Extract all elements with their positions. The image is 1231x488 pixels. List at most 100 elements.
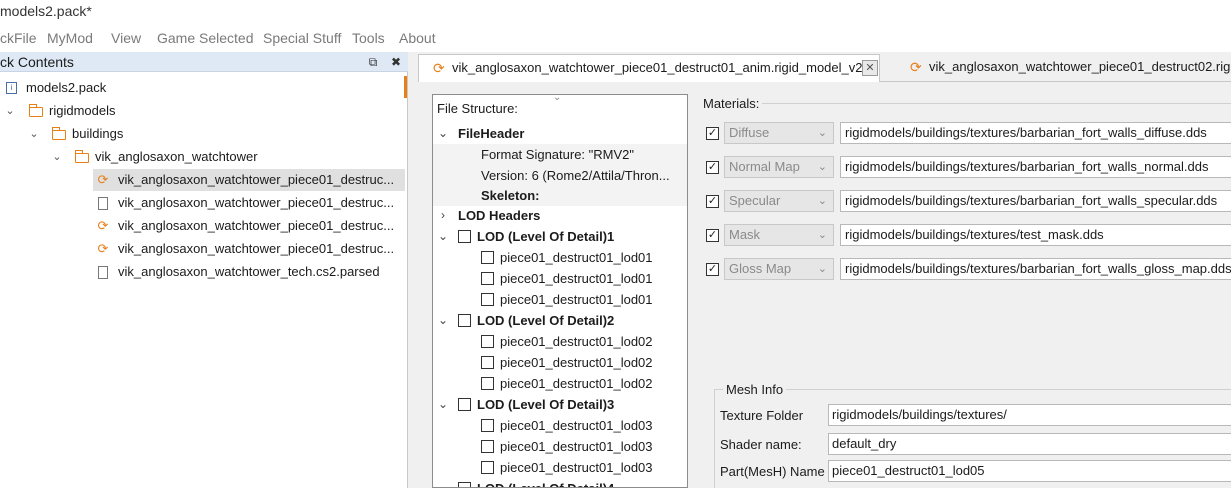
tree-item-buildings[interactable]: ⌄ buildings — [0, 123, 405, 145]
close-panel-icon[interactable]: ✖ — [387, 53, 405, 71]
lod-node[interactable]: ⌄ LOD (Level Of Detail)2 — [433, 310, 687, 331]
blender-icon: ⟳ — [97, 172, 109, 187]
lod-checkbox[interactable] — [458, 398, 471, 411]
mesh-node[interactable]: piece01_destruct01_lod03 — [433, 415, 687, 436]
material-type-select[interactable]: Gloss Map ⌄ — [724, 258, 834, 280]
chevron-down-icon: ⌄ — [817, 263, 827, 275]
tree-item-pack[interactable]: i models2.pack — [0, 77, 405, 99]
mesh-node[interactable]: piece01_destruct01_lod03 — [433, 457, 687, 478]
scroll-up-icon[interactable]: ⌄ — [553, 95, 561, 103]
lod-checkbox[interactable] — [458, 482, 471, 487]
tree-item-label: vik_anglosaxon_watchtower_tech.cs2.parse… — [118, 264, 380, 279]
menu-mymod[interactable]: MyMod — [47, 30, 93, 46]
chevron-down-icon[interactable]: ⌄ — [4, 100, 16, 122]
mesh-checkbox[interactable] — [481, 335, 494, 348]
mesh-node[interactable]: piece01_destruct01_lod03 — [433, 436, 687, 457]
skeleton-row: Skeleton: — [433, 185, 687, 206]
mesh-checkbox[interactable] — [481, 356, 494, 369]
tree-item-label: models2.pack — [26, 80, 107, 95]
menu-game-selected[interactable]: Game Selected — [157, 30, 254, 46]
material-path-field[interactable]: rigidmodels/buildings/textures/test_mask… — [840, 224, 1231, 246]
skeleton-text: Skeleton: — [481, 188, 540, 203]
mesh-node[interactable]: piece01_destruct01_lod01 — [433, 268, 687, 289]
tab-bar: ⟳ vik_anglosaxon_watchtower_piece01_dest… — [418, 52, 1231, 82]
tree-item-file-selected[interactable]: ⟳ vik_anglosaxon_watchtower_piece01_dest… — [93, 169, 405, 191]
chevron-down-icon[interactable]: ⌄ — [51, 146, 63, 168]
material-path-field[interactable]: rigidmodels/buildings/textures/barbarian… — [840, 258, 1231, 280]
chevron-down-icon[interactable]: ⌄ — [437, 226, 449, 247]
material-type-label: Mask — [729, 227, 761, 242]
file-header-node[interactable]: ⌄ FileHeader — [433, 123, 687, 144]
menu-special-stuff[interactable]: Special Stuff — [263, 30, 341, 46]
tree-item-watchtower-folder[interactable]: ⌄ vik_anglosaxon_watchtower — [0, 146, 405, 168]
material-checkbox[interactable]: ✓ — [706, 229, 719, 242]
tree-item-label: vik_anglosaxon_watchtower_piece01_destru… — [118, 195, 395, 210]
mesh-node[interactable]: piece01_destruct01_lod02 — [433, 352, 687, 373]
texture-folder-field[interactable]: rigidmodels/buildings/textures/ — [828, 404, 1231, 426]
lod-node[interactable]: ⌄ LOD (Level Of Detail)3 — [433, 394, 687, 415]
tree-item-rigidmodels[interactable]: ⌄ rigidmodels — [0, 100, 405, 122]
panel-splitter[interactable] — [408, 52, 418, 488]
mesh-checkbox[interactable] — [481, 293, 494, 306]
mesh-checkbox[interactable] — [481, 377, 494, 390]
material-checkbox[interactable]: ✓ — [706, 195, 719, 208]
material-checkbox[interactable]: ✓ — [706, 161, 719, 174]
part-name-field[interactable]: piece01_destruct01_lod05 — [828, 460, 1231, 482]
chevron-down-icon[interactable]: ⌄ — [437, 310, 449, 331]
mesh-checkbox[interactable] — [481, 461, 494, 474]
mesh-node[interactable]: piece01_destruct01_lod02 — [433, 373, 687, 394]
mesh-node[interactable]: piece01_destruct01_lod01 — [433, 289, 687, 310]
close-tab-icon[interactable]: ✕ — [862, 60, 878, 76]
tab-anim-rigid-model[interactable]: ⟳ vik_anglosaxon_watchtower_piece01_dest… — [418, 54, 880, 82]
chevron-down-icon[interactable]: ⌄ — [437, 394, 449, 415]
pack-contents-title: ck Contents — [0, 54, 74, 70]
shader-field[interactable]: default_dry — [828, 433, 1231, 455]
mesh-node[interactable]: piece01_destruct01_lod02 — [433, 331, 687, 352]
material-type-select[interactable]: Diffuse ⌄ — [724, 122, 834, 144]
lod-label: LOD (Level Of Detail)1 — [477, 229, 615, 244]
tab-label: vik_anglosaxon_watchtower_piece01_destru… — [929, 59, 1231, 74]
chevron-right-icon[interactable]: › — [437, 205, 449, 226]
lod-node[interactable]: ⌄ LOD (Level Of Detail)1 — [433, 226, 687, 247]
chevron-down-icon[interactable]: ⌄ — [437, 123, 449, 144]
tree-item-file[interactable]: vik_anglosaxon_watchtower_tech.cs2.parse… — [93, 261, 405, 283]
menu-view[interactable]: View — [111, 30, 141, 46]
mesh-node[interactable]: piece01_destruct01_lod01 — [433, 247, 687, 268]
splitter-handle[interactable] — [690, 94, 694, 488]
chevron-down-icon[interactable]: ⌄ — [28, 123, 40, 145]
material-checkbox[interactable]: ✓ — [706, 127, 719, 140]
tab-destruct02-rigid-model[interactable]: ⟳ vik_anglosaxon_watchtower_piece01_dest… — [896, 54, 1231, 82]
tree-item-file[interactable]: vik_anglosaxon_watchtower_piece01_destru… — [93, 192, 405, 214]
mesh-checkbox[interactable] — [481, 440, 494, 453]
tree-item-file[interactable]: ⟳ vik_anglosaxon_watchtower_piece01_dest… — [93, 238, 405, 260]
tree-item-label: vik_anglosaxon_watchtower — [95, 149, 258, 164]
chevron-down-icon[interactable]: ⌄ — [437, 478, 449, 487]
material-type-select[interactable]: Mask ⌄ — [724, 224, 834, 246]
lod-checkbox[interactable] — [458, 314, 471, 327]
material-type-select[interactable]: Specular ⌄ — [724, 190, 834, 212]
material-path-field[interactable]: rigidmodels/buildings/textures/barbarian… — [840, 190, 1231, 212]
tree-item-file[interactable]: ⟳ vik_anglosaxon_watchtower_piece01_dest… — [93, 215, 405, 237]
part-name-row: Part(MesH) Name piece01_destruct01_lod05 — [715, 460, 1231, 484]
mesh-label: piece01_destruct01_lod01 — [500, 271, 653, 286]
material-type-select[interactable]: Normal Map ⌄ — [724, 156, 834, 178]
float-panel-icon[interactable]: ⧉ — [364, 53, 382, 71]
material-path-field[interactable]: rigidmodels/buildings/textures/barbarian… — [840, 156, 1231, 178]
mesh-checkbox[interactable] — [481, 251, 494, 264]
menu-packfile[interactable]: ckFile — [0, 30, 37, 46]
menu-about[interactable]: About — [399, 30, 436, 46]
material-path-field[interactable]: rigidmodels/buildings/textures/barbarian… — [840, 122, 1231, 144]
chevron-down-icon: ⌄ — [817, 161, 827, 173]
menu-tools[interactable]: Tools — [352, 30, 385, 46]
material-row-gloss: ✓ Gloss Map ⌄ rigidmodels/buildings/text… — [698, 258, 1231, 282]
material-row-normal: ✓ Normal Map ⌄ rigidmodels/buildings/tex… — [698, 156, 1231, 180]
materials-title: Materials: — [703, 96, 760, 111]
mesh-checkbox[interactable] — [481, 419, 494, 432]
chevron-down-icon: ⌄ — [817, 229, 827, 241]
mesh-checkbox[interactable] — [481, 272, 494, 285]
lod-node[interactable]: ⌄ LOD (Level Of Detail)4 — [433, 478, 687, 487]
material-checkbox[interactable]: ✓ — [706, 263, 719, 276]
lod-headers-node[interactable]: › LOD Headers — [433, 205, 687, 226]
lod-checkbox[interactable] — [458, 230, 471, 243]
shader-row: Shader name: default_dry — [715, 433, 1231, 457]
